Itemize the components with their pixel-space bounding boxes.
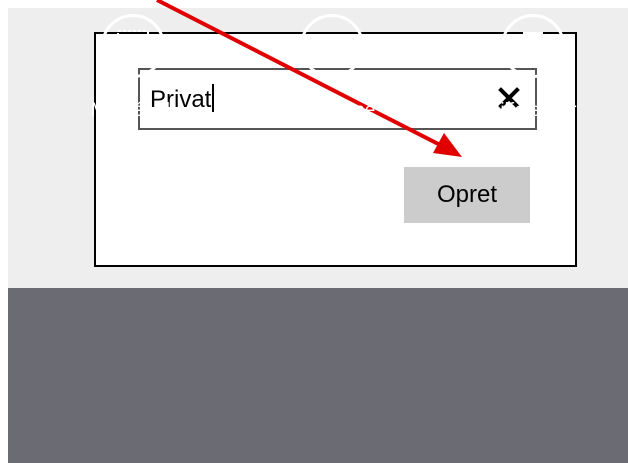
- app-bar: [8, 288, 628, 463]
- upload-icon: [523, 32, 543, 60]
- text-caret: [212, 84, 215, 112]
- add-files-label: Tilføje filer: [489, 100, 577, 121]
- new-folder-button[interactable]: Ny mappe: [257, 14, 407, 164]
- add-files-button[interactable]: Tilføje filer: [458, 14, 608, 164]
- select-all-label: Markér alt: [90, 100, 176, 121]
- select-all-icon: [117, 30, 149, 62]
- create-button[interactable]: Opret: [404, 167, 530, 223]
- new-folder-icon: [316, 36, 347, 62]
- select-all-button[interactable]: Markér alt: [58, 14, 208, 164]
- new-folder-label: Ny mappe: [288, 100, 376, 121]
